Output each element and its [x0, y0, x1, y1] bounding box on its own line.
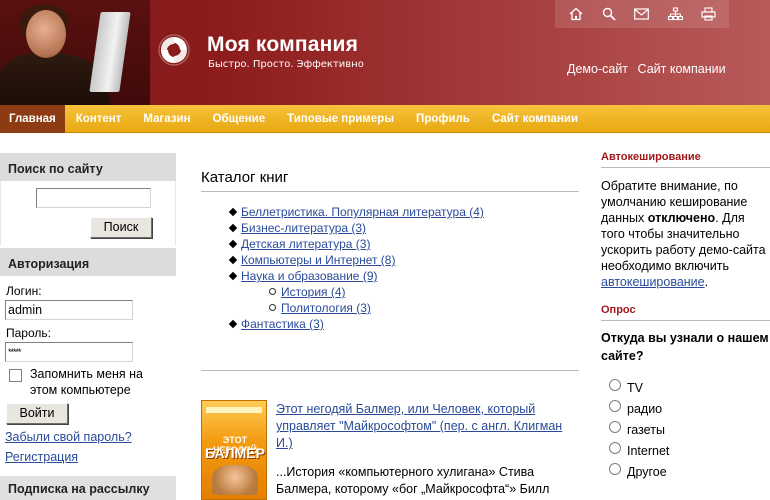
circle-bullet-icon — [269, 288, 276, 295]
nav-item-content[interactable]: Контент — [65, 105, 133, 133]
sitemap-icon[interactable] — [666, 5, 684, 23]
mail-icon[interactable] — [633, 5, 651, 23]
search-block: Поиск по сайту — [0, 151, 176, 181]
autocache-link[interactable]: автокеширование — [601, 275, 705, 289]
header-icon-bar — [555, 0, 729, 28]
nav-item-shop[interactable]: Магазин — [132, 105, 201, 133]
home-icon[interactable] — [567, 5, 585, 23]
list-item: Бизнес-литература (3) — [201, 220, 579, 236]
person-head — [26, 10, 66, 58]
remember-checkbox[interactable] — [9, 369, 22, 382]
bullet-icon — [228, 271, 238, 281]
cover-author-strip — [206, 407, 262, 413]
password-label: Пароль: — [6, 326, 51, 340]
list-item: Детская литература (3) — [201, 236, 579, 252]
nav-item-community[interactable]: Общение — [202, 105, 277, 133]
catalog-link[interactable]: Беллетристика. Популярная литература (4) — [241, 205, 484, 219]
list-item: Компьютеры и Интернет (8) — [201, 252, 579, 268]
search-input[interactable] — [36, 188, 151, 208]
bullet-icon — [228, 223, 238, 233]
catalog-link[interactable]: Компьютеры и Интернет (8) — [241, 253, 395, 267]
circle-bullet-icon — [269, 304, 276, 311]
brand-tagline: Быстро. Просто. Эффективно — [208, 59, 364, 70]
radio-button[interactable] — [609, 463, 621, 475]
top-links: Демо-сайт Сайт компании — [567, 62, 732, 76]
autocache-text-part: . — [704, 275, 709, 289]
nav-item-profile[interactable]: Профиль — [405, 105, 481, 133]
radio-button[interactable] — [609, 421, 621, 433]
catalog-link[interactable]: Бизнес-литература (3) — [241, 221, 366, 235]
forgot-password-link[interactable]: Забыли свой пароль? — [5, 430, 132, 444]
book-title-link[interactable]: Этот негодяй Балмер, или Человек, которы… — [276, 401, 576, 452]
search-icon[interactable] — [600, 5, 618, 23]
register-link[interactable]: Регистрация — [5, 450, 78, 464]
nav-item-company-site[interactable]: Сайт компании — [481, 105, 589, 133]
brand-title[interactable]: Моя компания — [207, 33, 358, 57]
auth-form: Логин: admin Пароль: ***** Запомнить мен… — [0, 276, 176, 500]
list-item: Наука и образование (9) — [201, 268, 579, 284]
bullet-icon — [228, 319, 238, 329]
poll-option-label: Другое — [627, 465, 667, 479]
cover-title-line2: БАЛМЕР — [205, 445, 265, 461]
autocache-heading: Автокеширование — [601, 151, 770, 168]
site-header: Моя компания Быстро. Просто. Эффективно … — [0, 0, 770, 105]
login-button[interactable]: Войти — [6, 403, 68, 424]
auth-heading: Авторизация — [0, 246, 176, 276]
poll-option-label: радио — [627, 402, 663, 416]
catalog-sublink[interactable]: История (4) — [281, 285, 346, 299]
autocache-bold: отключено — [647, 211, 716, 225]
nav-item-home[interactable]: Главная — [0, 105, 65, 133]
demo-site-link[interactable]: Демо-сайт — [567, 62, 628, 76]
search-form: Поиск — [0, 181, 176, 246]
list-item: Фантастика (3) — [201, 316, 579, 332]
main-content: Каталог книг Беллетристика. Популярная л… — [201, 151, 579, 500]
nav-item-examples[interactable]: Типовые примеры — [276, 105, 405, 133]
company-site-link[interactable]: Сайт компании — [638, 62, 726, 76]
book-cover-image[interactable]: ЭТОТ НЕГОДЯЙ БАЛМЕР — [201, 400, 267, 500]
bullet-icon — [228, 239, 238, 249]
list-item: Политология (3) — [201, 300, 579, 316]
catalog-list: Беллетристика. Популярная литература (4)… — [201, 204, 579, 332]
password-field[interactable]: ***** — [5, 342, 133, 362]
main-nav: Главная Контент Магазин Общение Типовые … — [0, 105, 770, 133]
search-heading: Поиск по сайту — [0, 151, 176, 181]
autocache-text: Обратите внимание, по умолчанию кеширова… — [601, 178, 770, 290]
bullet-icon — [228, 207, 238, 217]
catalog-link[interactable]: Фантастика (3) — [241, 317, 324, 331]
radio-button[interactable] — [609, 442, 621, 454]
poll-option-label: Internet — [627, 444, 670, 458]
login-field[interactable]: admin — [5, 300, 133, 320]
catalog-link[interactable]: Наука и образование (9) — [241, 269, 377, 283]
list-item: История (4) — [201, 284, 579, 300]
login-label: Логин: — [6, 284, 42, 298]
print-icon[interactable] — [699, 5, 717, 23]
poll-option-label: TV — [627, 381, 643, 395]
right-sidebar: Автокеширование Обратите внимание, по ум… — [601, 151, 770, 479]
poll-option-label: газеты — [627, 423, 665, 437]
list-item: Беллетристика. Популярная литература (4) — [201, 204, 579, 220]
poll-question: Откуда вы узнали о нашем сайте? — [601, 331, 769, 363]
left-sidebar: Поиск по сайту Поиск Авторизация Логин: … — [0, 151, 176, 500]
divider — [201, 370, 579, 371]
bullet-icon — [228, 255, 238, 265]
catalog-link[interactable]: Детская литература (3) — [241, 237, 370, 251]
cover-portrait — [212, 465, 258, 495]
subscribe-heading: Подписка на рассылку — [0, 476, 176, 500]
page-title: Каталог книг — [201, 169, 579, 192]
radio-button[interactable] — [609, 379, 621, 391]
radio-button[interactable] — [609, 400, 621, 412]
book-description: ...История «компьютерного хулигана» Стив… — [276, 465, 550, 496]
company-logo-icon[interactable] — [158, 34, 190, 66]
auth-block: Авторизация — [0, 246, 176, 276]
remember-label: Запомнить меня на этом компьютере — [30, 367, 143, 397]
search-button[interactable]: Поиск — [90, 217, 152, 238]
poll-heading: Опрос — [601, 304, 770, 321]
catalog-sublink[interactable]: Политология (3) — [281, 301, 371, 315]
